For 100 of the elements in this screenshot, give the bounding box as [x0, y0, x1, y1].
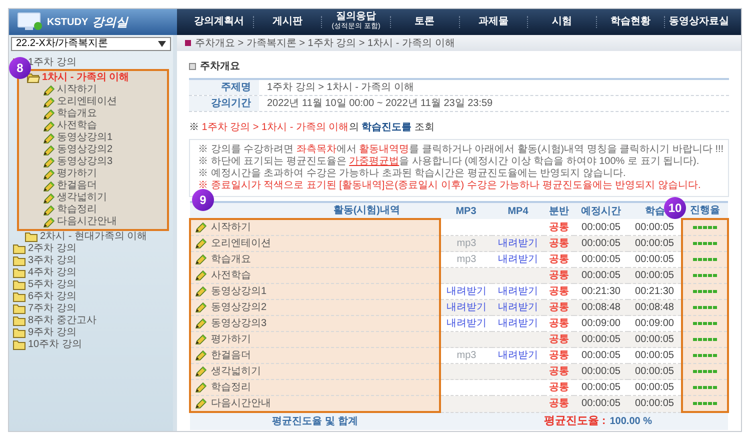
- activity-link[interactable]: 학습정리: [211, 380, 251, 395]
- nav-tab[interactable]: 학습현황: [596, 17, 664, 27]
- section-text: 공통: [549, 398, 569, 410]
- download-link[interactable]: 내려받기: [498, 238, 538, 249]
- course-select[interactable]: 22.2-X차/가족복지론: [11, 37, 171, 51]
- time-text: 00:00:05: [635, 398, 674, 410]
- tree-item[interactable]: 사전학습: [57, 121, 97, 131]
- time-text: 00:00:05: [582, 366, 620, 377]
- logo-title: 강의실: [92, 14, 128, 31]
- pencil-icon: [195, 318, 207, 329]
- dropdown-arrow-icon[interactable]: [158, 41, 166, 47]
- activity-link[interactable]: 학습개요: [211, 252, 251, 267]
- time-text: 00:00:05: [635, 366, 674, 377]
- pencil-icon: [43, 156, 55, 168]
- nav-tab[interactable]: 과제물: [460, 17, 528, 27]
- tree-item[interactable]: 학습개요: [57, 109, 97, 119]
- link[interactable]: 가중평균법: [349, 156, 400, 167]
- time-text: 00:00:05: [635, 382, 674, 393]
- time-text: 00:00:05: [635, 334, 674, 345]
- progress-meter: [693, 242, 717, 245]
- tree-item[interactable]: 한걸음더: [57, 181, 97, 191]
- progress-meter: [693, 258, 717, 261]
- tree-item[interactable]: 8주차 중간고사: [28, 316, 96, 326]
- pencil-icon: [195, 302, 207, 313]
- tree-item[interactable]: 2차시 - 현대가족의 이해: [40, 232, 148, 242]
- nav-tab[interactable]: 게시판: [254, 17, 322, 27]
- time-text: 00:08:48: [582, 302, 620, 313]
- field-label: 강의기간: [189, 96, 259, 111]
- footer-label: 평균진도율 및 합계: [272, 416, 358, 427]
- download-link[interactable]: 내려받기: [498, 350, 538, 361]
- download-link[interactable]: 내려받기: [498, 302, 538, 313]
- tree-item[interactable]: 학습정리: [57, 205, 97, 215]
- tree-item[interactable]: 오리엔테이션: [57, 97, 117, 107]
- progress-meter: [693, 354, 717, 357]
- section-text: 공통: [549, 286, 569, 297]
- tree-item[interactable]: 10주차 강의: [28, 340, 82, 350]
- download-link[interactable]: 내려받기: [498, 318, 538, 329]
- tree-item[interactable]: 7주차 강의: [28, 304, 76, 314]
- tree-item[interactable]: 동영상강의3: [57, 157, 113, 167]
- section-title: 주차개요: [200, 60, 240, 74]
- time-text: 00:00:05: [635, 254, 674, 265]
- section-text: 공통: [549, 302, 569, 313]
- activity-link[interactable]: 한걸음더: [211, 348, 251, 363]
- progress-meter: [693, 386, 717, 389]
- section-text: 공통: [549, 270, 569, 281]
- section-icon: [189, 63, 196, 70]
- section-text: 공통: [549, 350, 569, 361]
- activity-link[interactable]: 시작하기: [211, 220, 251, 235]
- section-text: 공통: [549, 382, 569, 393]
- nav-tab[interactable]: 토론: [390, 17, 458, 27]
- pencil-icon: [195, 270, 207, 281]
- nav-tab[interactable]: 강의계획서: [185, 17, 253, 27]
- download-link[interactable]: 내려받기: [446, 286, 486, 297]
- time-text: 00:00:05: [635, 238, 674, 249]
- column-header: 진행율: [690, 205, 720, 216]
- pencil-icon: [43, 144, 55, 156]
- tree-item[interactable]: 6주차 강의: [28, 292, 76, 302]
- tree-item[interactable]: 다음시간안내: [57, 217, 117, 227]
- download-link[interactable]: 내려받기: [446, 318, 486, 329]
- tree-item[interactable]: 동영상강의1: [57, 133, 113, 143]
- tree-item[interactable]: 4주차 강의: [28, 268, 76, 278]
- progress-title: ※ 1주차 강의 > 1차시 - 가족의 이해 의 학습진도를 조회: [189, 121, 436, 135]
- pencil-icon: [43, 192, 55, 204]
- section-text: 공통: [549, 238, 569, 249]
- activity-link[interactable]: 사전학습: [211, 268, 251, 283]
- download-link[interactable]: 내려받기: [446, 302, 486, 313]
- nav-tab[interactable]: 시험: [528, 17, 596, 27]
- time-text: 00:00:05: [635, 270, 674, 281]
- tree-item[interactable]: 시작하기: [57, 85, 97, 95]
- tree-item[interactable]: 2주차 강의: [28, 244, 76, 254]
- section-text: 공통: [549, 334, 569, 345]
- download-link[interactable]: 내려받기: [498, 286, 538, 297]
- tree-item[interactable]: 5주차 강의: [28, 280, 76, 290]
- time-text: 00:21:30: [635, 286, 674, 297]
- progress-meter: [693, 402, 717, 405]
- logo[interactable]: KSTUDY 강의실: [9, 9, 177, 35]
- time-text: 00:00:05: [582, 382, 620, 393]
- activity-link[interactable]: 평가하기: [211, 332, 251, 347]
- nav-tab[interactable]: 동영상자료실: [665, 17, 733, 27]
- pencil-icon: [195, 254, 207, 265]
- section-text: 공통: [549, 366, 569, 377]
- tree-item[interactable]: 생각넓히기: [57, 193, 107, 203]
- time-text: 00:00:05: [582, 254, 620, 265]
- pencil-icon: [195, 222, 207, 233]
- time-text: 00:00:05: [582, 334, 620, 345]
- download-link[interactable]: 내려받기: [498, 254, 538, 265]
- time-text: 00:00:05: [582, 238, 620, 249]
- tree-item[interactable]: 평가하기: [57, 169, 97, 179]
- average-label: 평균진도율 :: [544, 415, 606, 427]
- tree-item[interactable]: 동영상강의2: [57, 145, 113, 155]
- column-header: 예정시간: [581, 206, 621, 216]
- column-header: MP4: [508, 206, 528, 216]
- tree-item[interactable]: 3주차 강의: [28, 256, 76, 266]
- pencil-icon: [43, 204, 55, 216]
- activity-link[interactable]: 생각넓히기: [211, 364, 261, 379]
- time-text: 00:08:48: [635, 302, 674, 313]
- tree-item[interactable]: 9주차 강의: [28, 328, 76, 338]
- tree-item[interactable]: 1주차 강의: [28, 58, 76, 68]
- pencil-icon: [43, 132, 55, 144]
- progress-meter: [693, 226, 717, 229]
